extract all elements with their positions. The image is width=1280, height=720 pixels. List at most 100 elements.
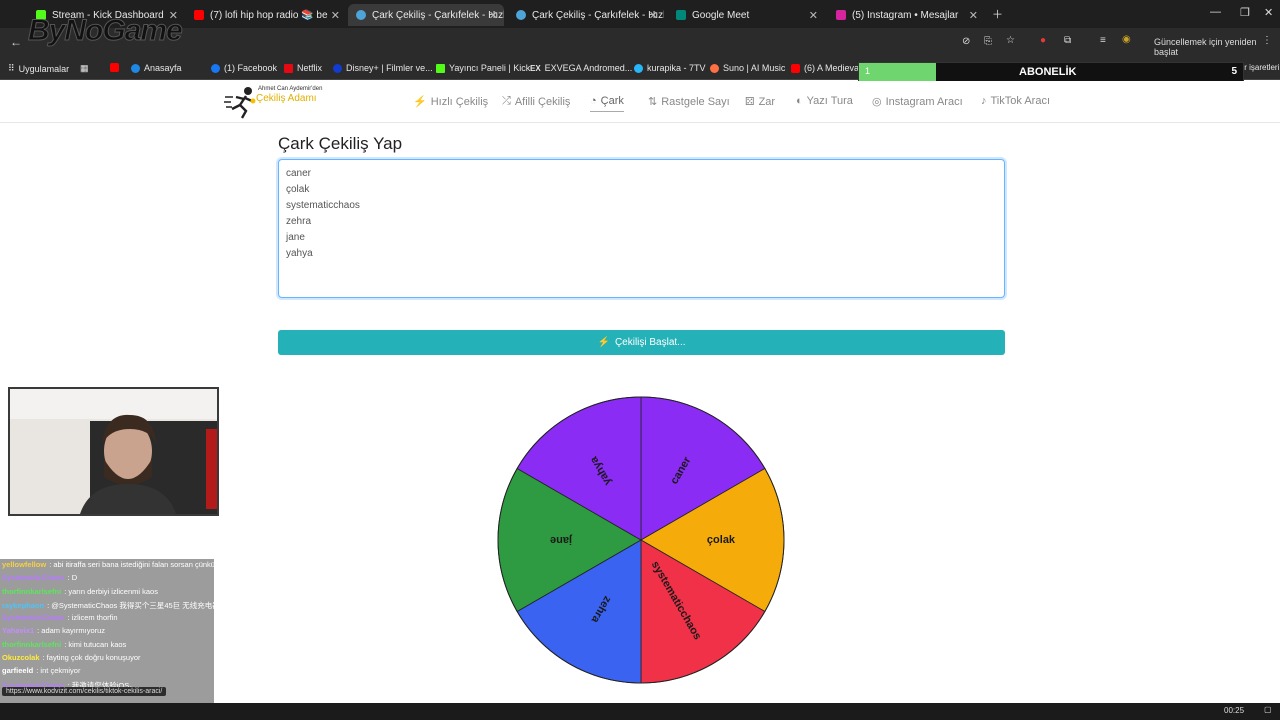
chat-message: raykephaon: @SystematicChaos 我得买个三星45巨 无… [0, 599, 214, 612]
nav-zar[interactable]: ⚄ Zar [745, 95, 776, 109]
entries-textarea[interactable]: caner çolak systematicchaos zehra jane y… [278, 159, 1005, 298]
bookmark-label: Anasayfa [144, 63, 182, 73]
bolt-icon: ⚡ [413, 96, 427, 108]
nav-label: Zar [758, 95, 776, 108]
more-icon[interactable]: ⋮ [1262, 35, 1272, 46]
chat-text: : adam kayırmıyoruz [37, 626, 106, 636]
chat-message: garfieeld: int çekmiyor [0, 665, 214, 678]
youtube-icon [791, 63, 800, 73]
bookmark-netflix[interactable]: Netflix [284, 63, 322, 73]
kick-icon [436, 63, 445, 73]
instagram-icon [836, 10, 846, 20]
tab-label: Çark Çekiliş - Çarkıfelek - Hızlı Ç [532, 9, 664, 21]
bookmark-youtube[interactable] [110, 63, 119, 72]
close-icon[interactable]: ✕ [489, 9, 498, 22]
chat-username: raykephaon [2, 600, 45, 610]
start-draw-button[interactable]: ⚡ Çekilişi Başlat... [278, 330, 1005, 355]
wheel-segment-label: jane [550, 534, 573, 546]
close-icon[interactable]: ✕ [809, 9, 818, 22]
tab-instagram[interactable]: (5) Instagram • Mesajlar ✕ [828, 4, 984, 26]
nav-label: Rastgele Sayı [661, 95, 730, 108]
nav-yazi-tura[interactable]: ◐ Yazı Tura [796, 95, 853, 107]
nav-instagram-araci[interactable]: ◎ Instagram Aracı [872, 95, 963, 109]
bookmark-label: (1) Facebook [224, 63, 278, 73]
extension-icon[interactable]: ● [1040, 35, 1046, 46]
chat-text: : yarın derbiyi izlicenmi kaos [64, 586, 158, 596]
exvega-icon: EX [530, 63, 541, 73]
chat-text: : int çekmiyor [36, 666, 81, 676]
stream-logo-overlay: ByNoGame [28, 14, 184, 48]
chat-message: thorfinnkarlsefni: yarın derbiyi izlicen… [0, 586, 214, 599]
avatar[interactable]: ◉ [1122, 34, 1131, 45]
close-icon[interactable]: ✕ [649, 9, 658, 22]
bookmark-label: Yayıncı Paneli | Kick [449, 63, 531, 73]
notification-icon[interactable]: ▢ [1264, 705, 1272, 714]
bookmark-exvega[interactable]: EX EXVEGA Andromed... [530, 63, 632, 73]
bookmark-anasayfa[interactable]: Anasayfa [131, 63, 182, 73]
nav-afilli-cekilis[interactable]: ⤮ Afilli Çekiliş [502, 95, 570, 108]
bookmark-medieval[interactable]: (6) A Medieval [791, 63, 861, 73]
nav-rastgele-sayi[interactable]: ⇅ Rastgele Sayı [648, 95, 730, 109]
nav-hizli-cekilis[interactable]: ⚡ Hızlı Çekiliş [413, 95, 488, 109]
tab-google-meet[interactable]: Google Meet ✕ [668, 4, 824, 26]
site-navbar: Ahmet Can Aydemir'den Çekiliş Adamı ⚡ Hız… [0, 81, 1280, 123]
grid-icon: ▦ [80, 63, 89, 73]
nav-label: TikTok Aracı [990, 95, 1051, 107]
brand-small-text: Ahmet Can Aydemir'den [258, 86, 323, 92]
chat-text: : abi itiraffa seri bana istediğini fala… [49, 560, 214, 569]
running-man-icon [224, 87, 256, 119]
close-icon[interactable]: ✕ [331, 9, 340, 22]
chat-message: yellowfellow: abi itiraffa seri bana ist… [0, 559, 214, 572]
chat-message: Okuzcolak: fayting çok doğru konuşuyor [0, 652, 214, 665]
bookmark-facebook[interactable]: (1) Facebook [211, 63, 277, 73]
chat-text: : @SystematicChaos 我得买个三星45巨 无线充电器吧 [47, 600, 214, 610]
apps-icon: ⠿ [8, 63, 15, 73]
minimize-icon[interactable]: — [1210, 6, 1221, 18]
bookmark-apps[interactable]: ⠿ Uygulamalar [8, 63, 69, 74]
nav-tiktok-araci[interactable]: ♪ TikTok Aracı [981, 95, 1050, 107]
chat-text: : izlicem thorfin [67, 613, 118, 623]
subscriber-goal-widget: 1 ABONELİK 5 [858, 62, 1244, 82]
page-title: Çark Çekiliş Yap [278, 134, 403, 153]
sort-icon: ⇅ [648, 96, 658, 108]
brand-logo[interactable]: Ahmet Can Aydemir'den Çekiliş Adamı [224, 85, 322, 119]
menu-list-icon[interactable]: ≡ [1100, 35, 1106, 46]
bookmark-suno[interactable]: Suno | AI Music [710, 63, 785, 73]
disney-icon [333, 63, 342, 73]
eye-off-icon[interactable]: ⊘ [962, 36, 970, 47]
puzzle-icon[interactable]: ⧉ [1064, 35, 1071, 46]
close-window-icon[interactable]: ✕ [1264, 6, 1273, 19]
nav-cark[interactable]: ◔ Çark [590, 95, 624, 112]
bookmark-7tv[interactable]: kurapika - 7TV [634, 63, 706, 73]
address-bar-row: ← ⊘ ⎘ ☆ ● ⧉ ≡ ◉ Güncellemek için yeniden… [0, 28, 1280, 58]
chat-message: SystematicChaos: izlicem thorfin [0, 612, 214, 625]
bookmark-disney[interactable]: Disney+ | Filmler ve... [333, 63, 433, 73]
chat-username: thorfinnkarlsefni [2, 586, 62, 596]
start-draw-label: Çekilişi Başlat... [614, 337, 686, 348]
site-icon [516, 10, 526, 20]
dice-icon: ⚄ [745, 96, 755, 108]
bookmark-label: EXVEGA Andromed... [544, 63, 633, 73]
bookmark-kick-panel[interactable]: Yayıncı Paneli | Kick [436, 63, 530, 73]
new-tab-icon[interactable]: ＋ [992, 6, 1003, 22]
tab-cark-cekilis-active[interactable]: Çark Çekiliş - Çarkıfelek - Hızlı Ç ✕ [348, 4, 504, 26]
tab-label: Google Meet [692, 9, 750, 21]
tab-cark-cekilis[interactable]: Çark Çekiliş - Çarkıfelek - Hızlı Ç ✕ [508, 4, 664, 26]
facebook-icon [211, 63, 220, 73]
maximize-icon[interactable]: ❐ [1240, 6, 1250, 19]
youtube-icon [110, 63, 119, 72]
back-icon[interactable]: ← [10, 35, 22, 49]
taskbar: 00:25 ▢ [0, 703, 1280, 720]
star-icon[interactable]: ☆ [1006, 35, 1015, 46]
chat-username: Okuzcolak [2, 653, 40, 663]
bookmark-label: kurapika - 7TV [647, 63, 706, 73]
tab-label: Çark Çekiliş - Çarkıfelek - Hızlı Ç [372, 9, 504, 21]
bookmark-grid[interactable]: ▦ [80, 63, 89, 74]
bookmark-label: Uygulamalar [18, 63, 70, 74]
browser-tab-bar: Stream - Kick Dashboard ✕ (7) lofi hip h… [0, 0, 1280, 28]
tab-lofi-radio[interactable]: (7) lofi hip hop radio 📚 be ✕ [186, 4, 346, 26]
install-icon[interactable]: ⎘ [984, 36, 992, 47]
close-icon[interactable]: ✕ [969, 9, 978, 22]
prize-wheel[interactable]: canerçolaksystematicchaoszehrajaneyahya [496, 395, 786, 685]
instagram-icon: ◎ [872, 96, 882, 108]
